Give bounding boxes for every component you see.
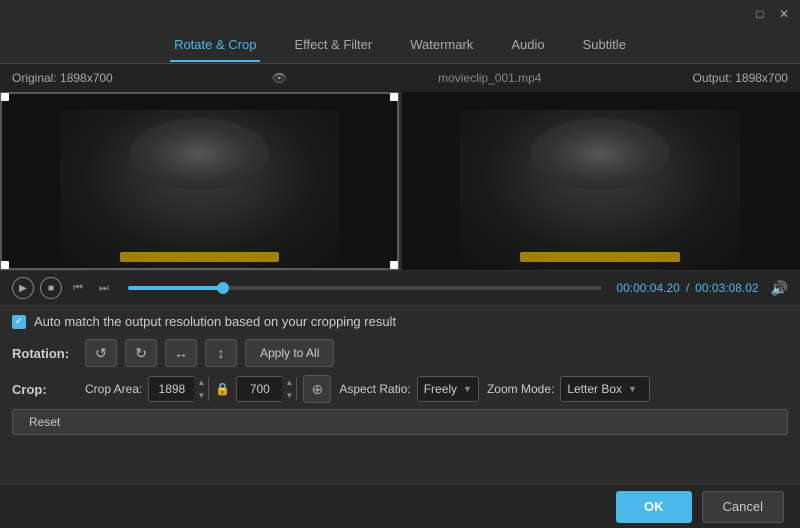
rotate-ccw-icon: ↺ <box>95 345 107 362</box>
apply-to-all-label: Apply to All <box>260 346 319 360</box>
preview-right <box>400 92 800 270</box>
crop-height-input-wrap: ▲ ▼ <box>236 376 297 402</box>
crop-corner-tl[interactable] <box>1 93 9 101</box>
time-current: 00:00:04.20 <box>616 281 679 295</box>
zoom-mode-group: Zoom Mode: Letter Box ▼ <box>487 376 650 402</box>
progress-fill <box>128 286 223 290</box>
skip-back-icon: ⏮ <box>73 282 83 295</box>
video-frame-right <box>400 92 800 270</box>
crop-width-input[interactable] <box>149 382 194 396</box>
playback-bar: ▶ ■ ⏮ ⏭ 00:00:04.20 / 00:03:08.02 🔊 <box>0 270 800 306</box>
tab-rotate-crop[interactable]: Rotate & Crop <box>170 29 260 62</box>
cancel-button[interactable]: Cancel <box>702 491 784 523</box>
zoom-mode-value: Letter Box <box>567 382 622 396</box>
aspect-ratio-dropdown[interactable]: Freely ▼ <box>417 376 479 402</box>
center-crop-icon: ⊕ <box>311 381 323 398</box>
output-resolution: Output: 1898x700 <box>693 71 788 85</box>
time-total: 00:03:08.02 <box>695 281 758 295</box>
video-figure-right <box>460 110 740 270</box>
crop-height-spinners: ▲ ▼ <box>282 376 296 402</box>
filename-label: movieclip_001.mp4 <box>438 71 541 85</box>
crop-corner-bl[interactable] <box>1 261 9 269</box>
tab-subtitle[interactable]: Subtitle <box>579 29 630 62</box>
zoom-mode-label: Zoom Mode: <box>487 382 554 396</box>
reset-button[interactable]: Reset <box>12 409 788 435</box>
zoom-dropdown-arrow: ▼ <box>628 384 637 394</box>
flip-vertical-button[interactable]: ↕ <box>205 339 237 367</box>
preview-area <box>0 92 800 270</box>
flip-horizontal-button[interactable]: ↔ <box>165 339 197 367</box>
crop-height-up[interactable]: ▲ <box>282 376 296 389</box>
reset-row: Reset <box>12 409 788 435</box>
stop-button[interactable]: ■ <box>40 277 62 299</box>
title-bar: □ ✕ <box>0 0 800 28</box>
preview-divider <box>400 92 402 270</box>
crop-corner-tr[interactable] <box>390 93 398 101</box>
preview-left <box>0 92 400 270</box>
rotate-cw-icon: ↻ <box>135 345 147 362</box>
crop-height-down[interactable]: ▼ <box>282 389 296 402</box>
tab-effect-filter[interactable]: Effect & Filter <box>290 29 376 62</box>
skip-back-button[interactable]: ⏮ <box>68 278 88 298</box>
aspect-ratio-group: Aspect Ratio: Freely ▼ <box>339 376 479 402</box>
flip-h-icon: ↔ <box>174 345 188 361</box>
skip-forward-button[interactable]: ⏭ <box>94 278 114 298</box>
tab-audio[interactable]: Audio <box>507 29 548 62</box>
close-button[interactable]: ✕ <box>776 6 792 22</box>
rotation-label: Rotation: <box>12 346 77 361</box>
crop-width-down[interactable]: ▼ <box>194 389 208 402</box>
subtitle-overlay-left <box>120 252 280 262</box>
crop-width-input-wrap: ▲ ▼ <box>148 376 209 402</box>
crop-area-group: Crop Area: ▲ ▼ 🔒 ▲ ▼ ⊕ <box>85 375 331 403</box>
crop-area-label: Crop Area: <box>85 382 142 396</box>
controls-area: Auto match the output resolution based o… <box>0 306 800 443</box>
subtitle-overlay-right <box>520 252 680 262</box>
flip-v-icon: ↕ <box>218 345 225 361</box>
reset-label: Reset <box>29 415 60 429</box>
progress-thumb[interactable] <box>217 282 229 294</box>
crop-width-up[interactable]: ▲ <box>194 376 208 389</box>
ok-button[interactable]: OK <box>616 491 692 523</box>
video-frame-left <box>0 92 399 270</box>
auto-match-checkbox[interactable] <box>12 315 26 329</box>
info-bar: Original: 1898x700 👁 movieclip_001.mp4 O… <box>0 64 800 92</box>
rotation-row: Rotation: ↺ ↻ ↔ ↕ Apply to All <box>12 339 788 367</box>
auto-match-row: Auto match the output resolution based o… <box>12 314 788 329</box>
crop-row: Crop: Crop Area: ▲ ▼ 🔒 ▲ ▼ ⊕ <box>12 375 788 403</box>
video-figure-left <box>60 110 339 270</box>
crop-corner-br[interactable] <box>390 261 398 269</box>
zoom-mode-dropdown[interactable]: Letter Box ▼ <box>560 376 650 402</box>
rotate-cw-button[interactable]: ↻ <box>125 339 157 367</box>
original-resolution: Original: 1898x700 <box>12 71 113 85</box>
volume-button[interactable]: 🔊 <box>771 280 788 297</box>
skip-forward-icon: ⏭ <box>99 282 109 295</box>
minimize-button[interactable]: □ <box>752 6 768 22</box>
crop-width-spinners: ▲ ▼ <box>194 376 208 402</box>
tab-watermark[interactable]: Watermark <box>406 29 477 62</box>
aspect-dropdown-arrow: ▼ <box>463 384 472 394</box>
crop-label: Crop: <box>12 382 77 397</box>
aspect-ratio-value: Freely <box>424 382 457 396</box>
time-separator: / <box>686 281 689 295</box>
bottom-bar: OK Cancel <box>0 484 800 528</box>
play-icon: ▶ <box>19 283 27 294</box>
progress-bar[interactable] <box>128 286 602 290</box>
tab-bar: Rotate & Crop Effect & Filter Watermark … <box>0 28 800 64</box>
center-crop-button[interactable]: ⊕ <box>303 375 331 403</box>
rotate-ccw-button[interactable]: ↺ <box>85 339 117 367</box>
play-button[interactable]: ▶ <box>12 277 34 299</box>
crop-height-input[interactable] <box>237 382 282 396</box>
eye-icon[interactable]: 👁 <box>272 71 287 85</box>
auto-match-label: Auto match the output resolution based o… <box>34 314 396 329</box>
apply-to-all-button[interactable]: Apply to All <box>245 339 334 367</box>
aspect-ratio-label: Aspect Ratio: <box>339 382 410 396</box>
lock-icon[interactable]: 🔒 <box>215 382 230 396</box>
stop-icon: ■ <box>48 283 54 294</box>
